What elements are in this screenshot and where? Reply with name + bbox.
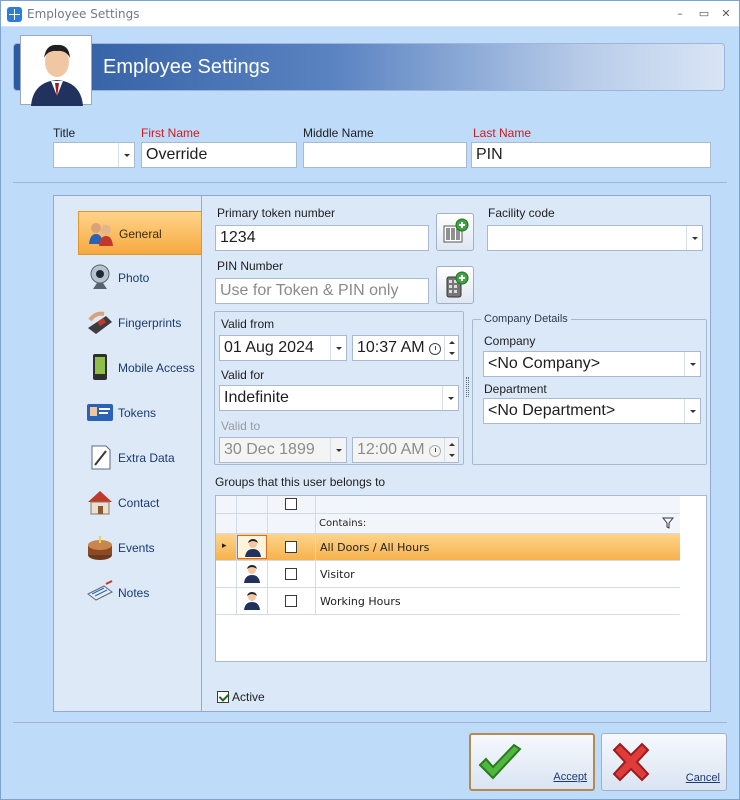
settings-nav: General Photo Fingerprints Mobile Access — [54, 196, 202, 711]
valid-for-select[interactable]: Indefinite — [219, 385, 459, 411]
cross-icon — [612, 742, 650, 782]
group-person-icon — [245, 539, 261, 557]
fingerprint-icon — [88, 311, 112, 334]
time-spinner[interactable] — [444, 336, 458, 360]
nav-item-photo[interactable]: Photo — [78, 256, 202, 300]
clock-icon — [429, 445, 441, 457]
barcode-add-icon — [443, 218, 469, 243]
nav-item-extra-data[interactable]: Extra Data — [78, 436, 202, 480]
employee-settings-window: Employee Settings – ▭ ✕ Employee Setting… — [0, 0, 740, 800]
facility-code-select[interactable] — [487, 225, 703, 251]
clock-icon — [429, 343, 441, 355]
nav-item-events[interactable]: Events — [78, 526, 202, 570]
pin-placeholder: Use for Token & PIN only — [220, 282, 399, 299]
splitter-handle[interactable] — [466, 377, 469, 397]
time-spinner — [444, 438, 458, 462]
chevron-down-icon[interactable] — [684, 352, 700, 376]
first-name-input[interactable]: Override — [141, 142, 297, 168]
checkmark-icon — [478, 743, 522, 780]
note-icon — [91, 445, 111, 470]
valid-from-time-picker[interactable]: 10:37 AM — [352, 335, 459, 361]
primary-token-label: Primary token number — [217, 206, 336, 220]
valid-to-label: Valid to — [221, 419, 261, 433]
middle-name-input[interactable] — [303, 142, 467, 168]
groups-label: Groups that this user belongs to — [215, 475, 386, 489]
company-details-legend: Company Details — [481, 313, 571, 325]
title-select[interactable] — [53, 142, 135, 168]
id-card-icon — [87, 404, 113, 421]
group-member-checkbox[interactable] — [285, 568, 297, 580]
grid-header-row — [216, 496, 680, 514]
nav-item-tokens[interactable]: Tokens — [78, 391, 202, 435]
first-name-label: First Name — [141, 126, 200, 140]
nav-item-fingerprints[interactable]: Fingerprints — [78, 301, 202, 345]
primary-token-input[interactable]: 1234 — [215, 225, 429, 251]
cancel-button[interactable]: Cancel — [601, 733, 727, 791]
group-member-checkbox[interactable] — [285, 541, 297, 553]
grid-filter-header: Contains: — [319, 518, 367, 529]
add-pin-button[interactable] — [436, 266, 474, 304]
last-name-input[interactable]: PIN — [471, 142, 711, 168]
group-member-checkbox[interactable] — [285, 595, 297, 607]
chevron-down-icon[interactable] — [686, 226, 702, 250]
app-grid-icon — [7, 7, 22, 22]
phone-icon — [93, 354, 107, 380]
chevron-down-icon — [330, 438, 346, 462]
divider — [13, 182, 727, 183]
filter-icon[interactable] — [662, 517, 674, 529]
active-checkbox[interactable] — [217, 691, 229, 703]
webcam-icon — [90, 264, 110, 289]
house-icon — [88, 491, 112, 515]
title-bar: Employee Settings – ▭ ✕ — [1, 1, 739, 27]
group-row[interactable]: Visitor — [216, 561, 680, 588]
group-person-icon — [244, 592, 260, 610]
page-title: Employee Settings — [103, 56, 270, 78]
nav-item-contact[interactable]: Contact — [78, 481, 202, 525]
pin-number-label: PIN Number — [217, 259, 284, 273]
valid-from-date-picker[interactable]: 01 Aug 2024 — [219, 335, 347, 361]
maximize-button[interactable]: ▭ — [693, 5, 715, 23]
valid-to-time-picker: 12:00 AM — [352, 437, 459, 463]
nav-item-general[interactable]: General — [78, 211, 202, 255]
active-label: Active — [232, 690, 265, 704]
group-person-icon — [244, 565, 260, 583]
company-label: Company — [484, 334, 536, 348]
valid-from-label: Valid from — [221, 317, 275, 331]
middle-name-label: Middle Name — [303, 126, 374, 140]
keypad-add-icon — [446, 271, 469, 298]
chevron-down-icon[interactable] — [118, 143, 134, 167]
cake-icon — [88, 536, 112, 560]
group-row[interactable]: ▸ All Doors / All Hours — [216, 534, 680, 561]
select-all-checkbox[interactable] — [285, 498, 297, 510]
window-title: Employee Settings — [27, 7, 140, 21]
nav-item-mobile-access[interactable]: Mobile Access — [78, 346, 202, 390]
close-window-button[interactable]: ✕ — [715, 5, 737, 23]
nav-item-notes[interactable]: Notes — [78, 571, 202, 615]
department-label: Department — [484, 382, 547, 396]
notebook-icon — [87, 580, 113, 601]
users-icon — [89, 223, 113, 246]
pin-number-input[interactable]: Use for Token & PIN only — [215, 278, 429, 304]
chevron-down-icon[interactable] — [330, 336, 346, 360]
chevron-down-icon[interactable] — [684, 399, 700, 423]
groups-grid: Contains: ▸ All Doors / All Hours Visito… — [215, 495, 707, 662]
employee-avatar — [20, 35, 92, 106]
chevron-down-icon[interactable] — [442, 386, 458, 410]
group-row[interactable]: Working Hours — [216, 588, 680, 615]
department-select[interactable]: <No Department> — [483, 398, 701, 424]
divider — [13, 722, 727, 723]
valid-for-label: Valid for — [221, 368, 265, 382]
last-name-label: Last Name — [473, 126, 532, 140]
title-label: Title — [53, 126, 76, 140]
minimize-button[interactable]: – — [669, 5, 691, 23]
header-banner: Employee Settings — [13, 43, 725, 91]
company-select[interactable]: <No Company> — [483, 351, 701, 377]
add-token-button[interactable] — [436, 213, 474, 251]
accept-button[interactable]: Accept — [469, 733, 595, 791]
grid-filter-row: Contains: — [216, 514, 680, 534]
valid-to-date-picker: 30 Dec 1899 — [219, 437, 347, 463]
facility-code-label: Facility code — [488, 206, 555, 220]
person-icon — [31, 44, 83, 106]
